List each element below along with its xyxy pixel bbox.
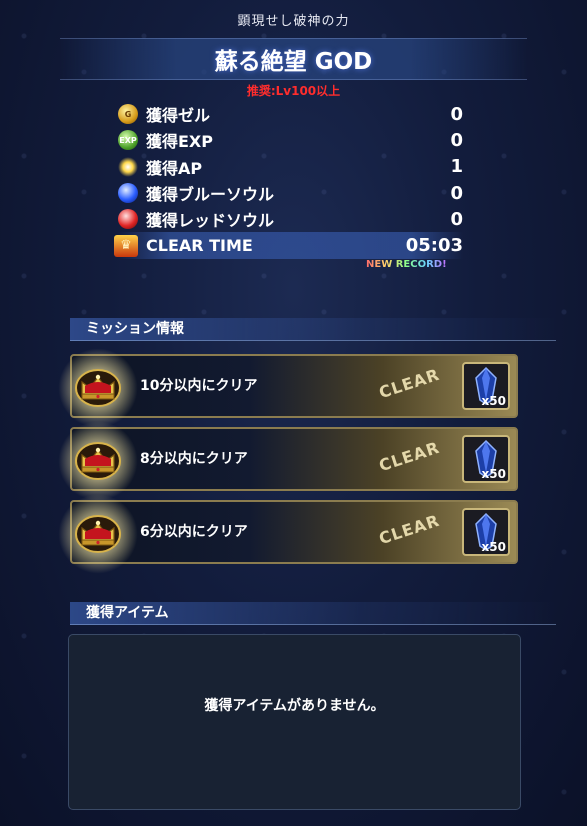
- clear-time-value: 05:03: [405, 235, 463, 257]
- mission-clear-stamp: CLEAR: [376, 364, 442, 403]
- reward-value: 0: [450, 182, 463, 204]
- reward-label: 獲得EXP: [146, 132, 213, 152]
- reward-label: 獲得レッドソウル: [146, 211, 275, 231]
- reward-row-blue-soul: 獲得ブルーソウル 0: [118, 180, 463, 206]
- mission-row[interactable]: 6分以内にクリア CLEAR x50: [58, 494, 518, 574]
- blue-soul-icon: [118, 183, 138, 204]
- clear-time-label: CLEAR TIME: [146, 236, 253, 256]
- reward-value: 0: [450, 129, 463, 151]
- reward-value: 1: [450, 156, 463, 178]
- items-panel: 獲得アイテムがありません。: [68, 634, 521, 810]
- crown-icon: [75, 515, 121, 553]
- reward-label: 獲得ブルーソウル: [146, 185, 275, 205]
- crown-glow: [58, 421, 138, 501]
- mission-reward[interactable]: x50: [462, 508, 510, 556]
- reward-quantity: x50: [481, 540, 506, 554]
- reward-row-exp: EXP 獲得EXP 0: [118, 127, 463, 153]
- reward-value: 0: [450, 208, 463, 230]
- reward-label: 獲得ゼル: [146, 106, 211, 126]
- mission-text: 10分以内にクリア: [140, 378, 258, 394]
- crown-glow: [58, 494, 138, 574]
- crown-icon: [75, 442, 121, 480]
- new-record-badge: NEW RECORD!: [366, 259, 447, 270]
- red-soul-icon: [118, 209, 138, 230]
- mission-text: 6分以内にクリア: [140, 524, 248, 540]
- mission-row[interactable]: 8分以内にクリア CLEAR x50: [58, 421, 518, 501]
- ap-icon: [118, 156, 138, 177]
- quest-subtitle: 顕現せし破神の力: [237, 14, 350, 29]
- mission-reward[interactable]: x50: [462, 435, 510, 483]
- items-heading: 獲得アイテム: [70, 602, 556, 625]
- quest-title: 蘇る絶望 GOD: [214, 49, 373, 75]
- crown-icon: [75, 369, 121, 407]
- reward-row-ap: 獲得AP 1: [118, 154, 463, 180]
- reward-label: 獲得AP: [146, 158, 203, 178]
- trophy-icon: ♛: [114, 234, 138, 257]
- reward-row-red-soul: 獲得レッドソウル 0: [118, 206, 463, 232]
- exp-icon: EXP: [118, 130, 138, 151]
- mission-reward[interactable]: x50: [462, 362, 510, 410]
- reward-value: 0: [450, 103, 463, 125]
- mission-row[interactable]: 10分以内にクリア CLEAR x50: [58, 348, 518, 428]
- mission-text: 8分以内にクリア: [140, 451, 248, 467]
- mission-clear-stamp: CLEAR: [376, 437, 442, 476]
- reward-quantity: x50: [481, 394, 506, 408]
- clear-time-row: ♛ CLEAR TIME 05:03: [114, 232, 463, 259]
- mission-clear-stamp: CLEAR: [376, 510, 442, 549]
- reward-row-gil: G 獲得ゼル 0: [118, 101, 463, 127]
- crown-glow: [58, 348, 138, 428]
- gil-icon: G: [118, 104, 138, 125]
- missions-heading: ミッション情報: [70, 318, 556, 341]
- reward-quantity: x50: [481, 467, 506, 481]
- reward-summary: G 獲得ゼル 0 EXP 獲得EXP 0 獲得AP 1 獲得ブルーソウル 0 獲…: [114, 101, 463, 259]
- items-empty-message: 獲得アイテムがありません。: [204, 698, 385, 714]
- recommended-level: 推奨:Lv100以上: [246, 84, 341, 98]
